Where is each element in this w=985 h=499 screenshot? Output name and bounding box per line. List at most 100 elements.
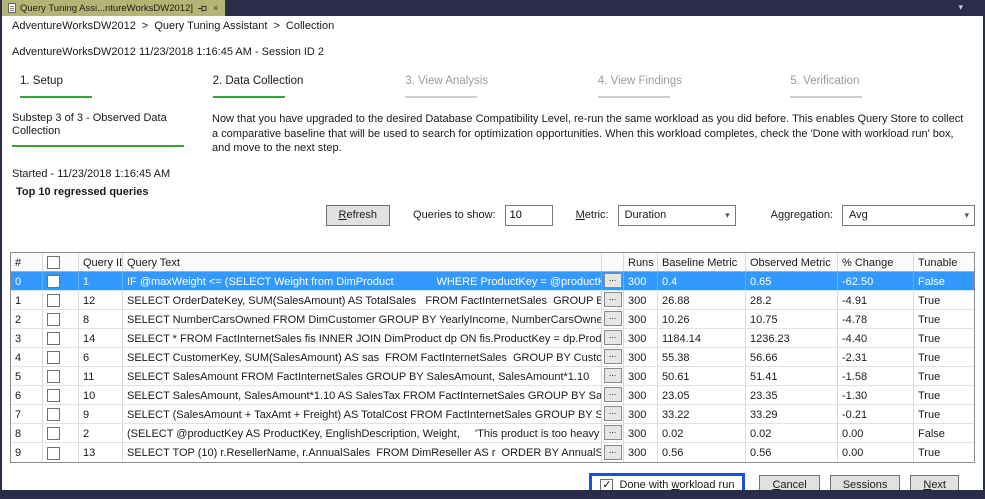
query-text-ellipsis-button[interactable]: ...: [604, 387, 622, 402]
cell-runs: 300: [624, 405, 658, 423]
select-all-checkbox[interactable]: [47, 256, 60, 269]
breadcrumb-item[interactable]: Collection: [286, 20, 334, 32]
column-header-baseline[interactable]: Baseline Metric: [658, 253, 746, 271]
queries-to-show-label: Queries to show:: [413, 209, 496, 221]
cell-dots: ...: [602, 329, 624, 347]
query-controls: Refresh Queries to show: Metric: Duratio…: [2, 205, 975, 226]
column-header-querytext[interactable]: Query Text: [123, 253, 602, 271]
cell-observed: 28.2: [746, 291, 838, 309]
column-header-runs[interactable]: Runs: [624, 253, 658, 271]
next-button[interactable]: Next: [910, 475, 959, 490]
column-header-change[interactable]: % Change: [838, 253, 914, 271]
cell-baseline: 0.02: [658, 424, 746, 442]
pin-icon[interactable]: [197, 4, 208, 13]
column-header-chk[interactable]: [43, 253, 79, 271]
table-row[interactable]: 610SELECT SalesAmount, SalesAmount*1.10 …: [11, 386, 974, 405]
column-header-tunable[interactable]: Tunable: [914, 253, 974, 271]
cell-tunable: True: [914, 310, 974, 328]
wizard-steps: 1. Setup2. Data Collection3. View Analys…: [20, 75, 983, 98]
column-header-num[interactable]: #: [11, 253, 43, 271]
wizard-step-2: 2. Data Collection: [213, 75, 406, 98]
cell-runs: 300: [624, 386, 658, 404]
column-header-observed[interactable]: Observed Metric: [746, 253, 838, 271]
metric-select[interactable]: Duration ▾: [618, 205, 736, 226]
aggregation-label: Aggregation:: [771, 209, 833, 221]
grid-header-row: # Query IDQuery Text RunsBaseline MetricOb…: [11, 253, 974, 272]
cell-baseline: 26.88: [658, 291, 746, 309]
cell-querytext: SELECT TOP (10) r.ResellerName, r.Annual…: [123, 443, 602, 462]
cell-change: -1.58: [838, 367, 914, 385]
cell-tunable: True: [914, 348, 974, 366]
cell-baseline: 23.05: [658, 386, 746, 404]
breadcrumb-item[interactable]: AdventureWorksDW2012: [12, 20, 136, 32]
query-text-ellipsis-button[interactable]: ...: [604, 330, 622, 345]
breadcrumb-item[interactable]: Query Tuning Assistant: [154, 20, 267, 32]
wizard-step-3: 3. View Analysis: [405, 75, 598, 98]
cell-chk: [43, 329, 79, 347]
queries-to-show-input[interactable]: [505, 205, 553, 226]
cell-num: 1: [11, 291, 43, 309]
aggregation-select[interactable]: Avg ▾: [842, 205, 975, 226]
row-checkbox[interactable]: [47, 332, 60, 345]
sessions-button[interactable]: Sessions: [830, 475, 901, 490]
refresh-button[interactable]: Refresh: [326, 205, 391, 226]
cell-dots: ...: [602, 443, 624, 462]
done-with-workload-checkbox[interactable]: ✓: [600, 479, 613, 490]
cell-runs: 300: [624, 367, 658, 385]
cell-num: 7: [11, 405, 43, 423]
cell-queryid: 1: [79, 272, 123, 290]
chevron-down-icon: ▾: [961, 210, 972, 221]
row-checkbox[interactable]: [47, 427, 60, 440]
cell-queryid: 8: [79, 310, 123, 328]
query-text-ellipsis-button[interactable]: ...: [604, 445, 622, 460]
wizard-step-4: 4. View Findings: [598, 75, 791, 98]
table-row[interactable]: 28SELECT NumberCarsOwned FROM DimCustome…: [11, 310, 974, 329]
query-text-ellipsis-button[interactable]: ...: [604, 292, 622, 307]
wizard-step-underline: [213, 96, 285, 98]
cell-chk: [43, 443, 79, 462]
wizard-step-underline: [790, 96, 862, 98]
query-text-ellipsis-button[interactable]: ...: [604, 311, 622, 326]
row-checkbox[interactable]: [47, 275, 60, 288]
table-row[interactable]: 79SELECT (SalesAmount + TaxAmt + Freight…: [11, 405, 974, 424]
session-label: AdventureWorksDW2012 11/23/2018 1:16:45 …: [12, 46, 983, 59]
query-text-ellipsis-button[interactable]: ...: [604, 273, 622, 288]
row-checkbox[interactable]: [47, 370, 60, 383]
column-header-dots[interactable]: [602, 253, 624, 271]
table-row[interactable]: 511SELECT SalesAmount FROM FactInternetS…: [11, 367, 974, 386]
query-text-ellipsis-button[interactable]: ...: [604, 368, 622, 383]
substep-row: Substep 3 of 3 - Observed Data Collectio…: [12, 112, 983, 156]
table-row[interactable]: 82(SELECT @productKey AS ProductKey, Eng…: [11, 424, 974, 443]
row-checkbox[interactable]: [47, 389, 60, 402]
table-row[interactable]: 314SELECT * FROM FactInternetSales fis I…: [11, 329, 974, 348]
chevron-down-icon[interactable]: ▾: [958, 2, 963, 13]
wizard-step-1: 1. Setup: [20, 75, 213, 98]
row-checkbox[interactable]: [47, 313, 60, 326]
table-row[interactable]: 46SELECT CustomerKey, SUM(SalesAmount) A…: [11, 348, 974, 367]
cell-tunable: True: [914, 443, 974, 462]
table-row[interactable]: 01IF @maxWeight <= (SELECT Weight from D…: [11, 272, 974, 291]
row-checkbox[interactable]: [47, 294, 60, 307]
query-text-ellipsis-button[interactable]: ...: [604, 406, 622, 421]
substep-indicator: Substep 3 of 3 - Observed Data Collectio…: [12, 112, 202, 156]
column-header-queryid[interactable]: Query ID: [79, 253, 123, 271]
cell-runs: 300: [624, 424, 658, 442]
row-checkbox[interactable]: [47, 408, 60, 421]
cell-num: 8: [11, 424, 43, 442]
row-checkbox[interactable]: [47, 447, 60, 460]
cancel-button[interactable]: Cancel: [759, 475, 819, 490]
chevron-down-icon: ▾: [722, 210, 733, 221]
table-row[interactable]: 913SELECT TOP (10) r.ResellerName, r.Ann…: [11, 443, 974, 462]
close-icon[interactable]: ×: [212, 3, 219, 13]
query-text-ellipsis-button[interactable]: ...: [604, 425, 622, 440]
table-row[interactable]: 112SELECT OrderDateKey, SUM(SalesAmount)…: [11, 291, 974, 310]
query-text-ellipsis-button[interactable]: ...: [604, 349, 622, 364]
cell-tunable: True: [914, 405, 974, 423]
wizard-step-label: 2. Data Collection: [213, 75, 406, 88]
cell-change: 0.00: [838, 443, 914, 462]
cell-querytext: SELECT SalesAmount, SalesAmount*1.10 AS …: [123, 386, 602, 404]
row-checkbox[interactable]: [47, 351, 60, 364]
breadcrumb-separator: >: [273, 20, 279, 32]
cell-querytext: IF @maxWeight <= (SELECT Weight from Dim…: [123, 272, 602, 290]
document-tab[interactable]: Query Tuning Assi...ntureWorksDW2012] ×: [2, 0, 225, 16]
